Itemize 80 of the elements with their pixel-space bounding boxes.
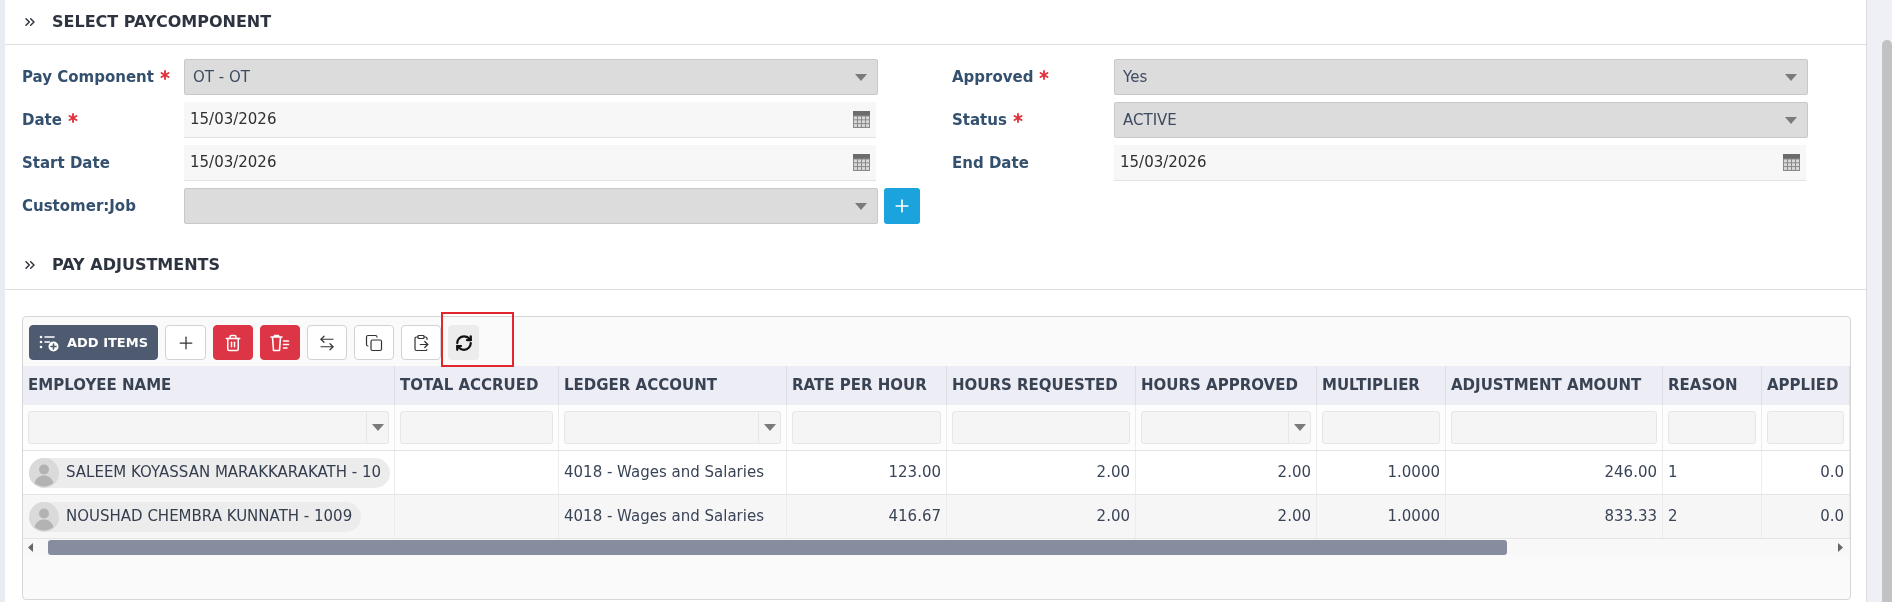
scroll-left-arrow-icon[interactable]	[28, 542, 33, 552]
table-cell: 2.00	[1136, 451, 1317, 494]
trash-list-icon	[270, 333, 291, 352]
column-header[interactable]: ADJUSTMENT AMOUNT	[1446, 366, 1663, 405]
select-field[interactable]: OT - OT	[184, 59, 878, 95]
section-title: PAY ADJUSTMENTS	[52, 253, 220, 276]
table-cell: 123.00	[787, 451, 947, 494]
field-label: Pay Component	[22, 66, 154, 88]
swap-arrows-icon	[318, 333, 337, 352]
dropdown-caret-icon	[1293, 424, 1306, 431]
field-label: Status	[952, 109, 1007, 131]
filter-field[interactable]	[1141, 411, 1311, 444]
table-cell: 2.00	[1136, 495, 1317, 538]
column-header[interactable]: LEDGER ACCOUNT	[559, 366, 787, 405]
scrollbar-thumb[interactable]	[48, 539, 1507, 555]
table-cell: 4018 - Wages and Salaries	[559, 495, 787, 538]
column-header[interactable]: EMPLOYEE NAME	[23, 366, 395, 405]
add-row-button[interactable]	[165, 325, 207, 360]
date-field[interactable]: 15/03/2026	[184, 102, 876, 138]
field-label: Customer:Job	[22, 195, 136, 217]
filter-field[interactable]	[564, 411, 781, 444]
refresh-button[interactable]	[448, 325, 480, 360]
select-field[interactable]	[184, 188, 878, 224]
field-label: End Date	[952, 152, 1029, 174]
calendar-icon[interactable]	[853, 111, 870, 128]
date-field[interactable]: 15/03/2026	[184, 145, 876, 181]
section-title: SELECT PAYCOMPONENT	[52, 11, 272, 33]
vertical-scrollbar[interactable]	[1866, 0, 1892, 602]
dropdown-caret-icon	[855, 202, 867, 210]
column-header[interactable]: APPLIED	[1762, 366, 1850, 405]
avatar-icon	[29, 501, 59, 532]
clipboard-icon	[412, 333, 431, 352]
dropdown-caret-icon	[1785, 116, 1797, 124]
dropdown-caret-icon	[1785, 73, 1797, 81]
column-header[interactable]: HOURS REQUESTED	[947, 366, 1136, 405]
delete-rows-button[interactable]	[260, 325, 301, 360]
column-header[interactable]: HOURS APPROVED	[1136, 366, 1317, 405]
table-cell: 416.67	[787, 495, 947, 538]
select-field[interactable]: ACTIVE	[1114, 102, 1808, 138]
select-field[interactable]: Yes	[1114, 59, 1808, 95]
column-header[interactable]: RATE PER HOUR	[787, 366, 947, 405]
table-cell: 0.0	[1762, 495, 1850, 538]
add-items-button[interactable]: ADD ITEMS	[29, 325, 159, 360]
delete-button[interactable]	[213, 325, 254, 360]
avatar-icon	[29, 457, 59, 488]
swap-button[interactable]	[307, 325, 348, 360]
table-cell: 0.0	[1762, 451, 1850, 494]
field-label: Start Date	[22, 152, 110, 174]
column-header[interactable]: TOTAL ACCRUED	[395, 366, 559, 405]
copy-icon	[365, 333, 384, 352]
field-label: Date	[22, 109, 62, 131]
table-cell: 1	[1663, 451, 1762, 494]
table-cell: 2.00	[947, 451, 1136, 494]
list-add-icon	[39, 333, 59, 352]
date-field[interactable]: 15/03/2026	[1114, 145, 1806, 181]
filter-field[interactable]	[28, 411, 389, 444]
column-header[interactable]: MULTIPLIER	[1317, 366, 1446, 405]
dropdown-caret-icon	[371, 424, 384, 431]
field-label: Approved	[952, 66, 1034, 88]
paste-button[interactable]	[401, 325, 442, 360]
table-cell: 4018 - Wages and Salaries	[559, 451, 787, 494]
table-cell: 1.0000	[1317, 495, 1446, 538]
employee-name: SALEEM KOYASSAN MARAKKARAKATH - 10	[66, 462, 382, 484]
table-cell: 1.0000	[1317, 451, 1446, 494]
copy-button[interactable]	[354, 325, 395, 360]
trash-icon	[224, 333, 243, 352]
scrollbar-thumb[interactable]	[1882, 40, 1892, 602]
dropdown-caret-icon	[855, 73, 867, 81]
calendar-icon[interactable]	[1783, 154, 1800, 171]
employee-name: NOUSHAD CHEMBRA KUNNATH - 1009	[66, 506, 353, 528]
add-button[interactable]	[884, 188, 920, 224]
dropdown-caret-icon	[763, 424, 776, 431]
calendar-icon[interactable]	[853, 154, 870, 171]
refresh-icon	[454, 333, 473, 352]
table-cell: 246.00	[1446, 451, 1663, 494]
table-cell: 2.00	[947, 495, 1136, 538]
table-cell: 2	[1663, 495, 1762, 538]
column-header[interactable]: REASON	[1663, 366, 1762, 405]
table-cell: 833.33	[1446, 495, 1663, 538]
scroll-right-arrow-icon[interactable]	[1838, 542, 1843, 552]
